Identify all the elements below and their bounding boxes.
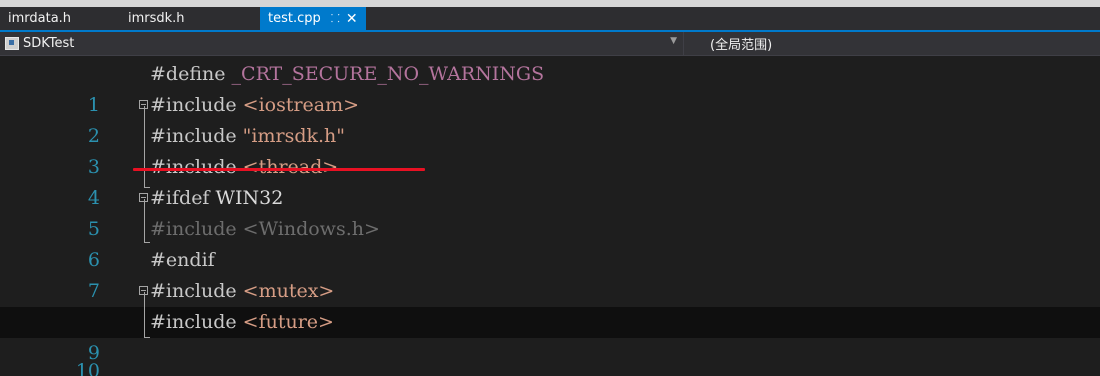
directive-arg: "imrsdk.h" <box>242 125 346 147</box>
directive-arg: WIN32 <box>215 187 284 209</box>
tab-label: imrdata.h <box>8 11 72 26</box>
directive: #ifdef <box>150 187 210 209</box>
scope-dropdown[interactable]: (全局范围) <box>684 32 1100 55</box>
directive: #include <box>150 125 237 147</box>
top-strip <box>0 0 1100 7</box>
code-text: #include <Windows.h> <box>150 214 380 245</box>
directive-arg: <mutex> <box>242 280 335 302</box>
code-line-7[interactable]: 7 #endif <box>0 245 1100 302</box>
code-text: #include <iostream> <box>150 90 359 121</box>
outline-guide-end <box>144 337 150 338</box>
outline-guide <box>144 292 145 338</box>
code-text: #include "imrsdk.h" <box>150 121 345 152</box>
directive: #define <box>150 63 226 85</box>
tab-label: imrsdk.h <box>128 11 185 26</box>
directive-arg: <iostream> <box>242 94 360 116</box>
directive-arg: _CRT_SECURE_NO_WARNINGS <box>231 63 545 85</box>
project-icon <box>5 37 19 50</box>
directive: #endif <box>150 249 215 271</box>
annotation-underline <box>133 168 425 171</box>
outline-guide-end <box>144 187 150 188</box>
scope-label: (全局范围) <box>710 38 773 53</box>
project-name: SDKTest <box>23 36 75 51</box>
code-line-8[interactable]: 8 #include <mutex> <box>0 276 1100 333</box>
tab-imrsdk-h[interactable]: imrsdk.h <box>120 7 260 30</box>
code-line-3[interactable]: 3 #include "imrsdk.h" <box>0 121 1100 178</box>
tab-test-cpp[interactable]: test.cpp ⸬ ✕ <box>260 7 366 30</box>
directive-arg: <future> <box>242 311 334 333</box>
line-number: 10 <box>75 360 100 376</box>
code-line-1[interactable]: 1 #define _CRT_SECURE_NO_WARNINGS <box>0 59 1100 116</box>
code-text: #include <future> <box>150 307 334 338</box>
outline-guide <box>144 199 145 243</box>
close-icon[interactable]: ✕ <box>346 11 358 27</box>
navigation-bar: SDKTest ▼ (全局范围) <box>0 32 1100 56</box>
directive: #include <box>150 311 237 333</box>
code-line-5[interactable]: 5 #ifdef WIN32 <box>0 183 1100 240</box>
pin-icon[interactable]: ⸬ <box>331 11 340 26</box>
directive: #include <box>150 94 237 116</box>
code-text: #endif <box>150 245 215 276</box>
code-line-6[interactable]: 6 #include <Windows.h> <box>0 214 1100 271</box>
directive-arg: <Windows.h> <box>242 218 380 240</box>
outline-guide-end <box>144 242 150 243</box>
outline-guide <box>144 106 145 188</box>
code-text: #include <mutex> <box>150 276 334 307</box>
code-line-2[interactable]: 2 #include <iostream> <box>0 90 1100 147</box>
project-dropdown[interactable]: SDKTest ▼ <box>0 32 684 55</box>
chevron-down-icon[interactable]: ▼ <box>670 36 677 46</box>
code-line-10[interactable]: 10 <box>0 338 1100 376</box>
tab-imrdata-h[interactable]: imrdata.h <box>0 7 120 30</box>
directive: #include <box>150 156 237 178</box>
code-editor[interactable]: 1 #define _CRT_SECURE_NO_WARNINGS 2 #inc… <box>0 56 1100 376</box>
code-text: #define _CRT_SECURE_NO_WARNINGS <box>150 59 544 90</box>
code-line-9[interactable]: 9 #include <future> <box>0 307 1100 364</box>
tab-label: test.cpp <box>268 11 321 26</box>
directive-arg: <thread> <box>242 156 339 178</box>
code-text: #ifdef WIN32 <box>150 183 283 214</box>
directive: #include <box>150 280 237 302</box>
directive: #include <box>150 218 237 240</box>
document-tab-bar: imrdata.h imrsdk.h test.cpp ⸬ ✕ <box>0 7 1100 32</box>
